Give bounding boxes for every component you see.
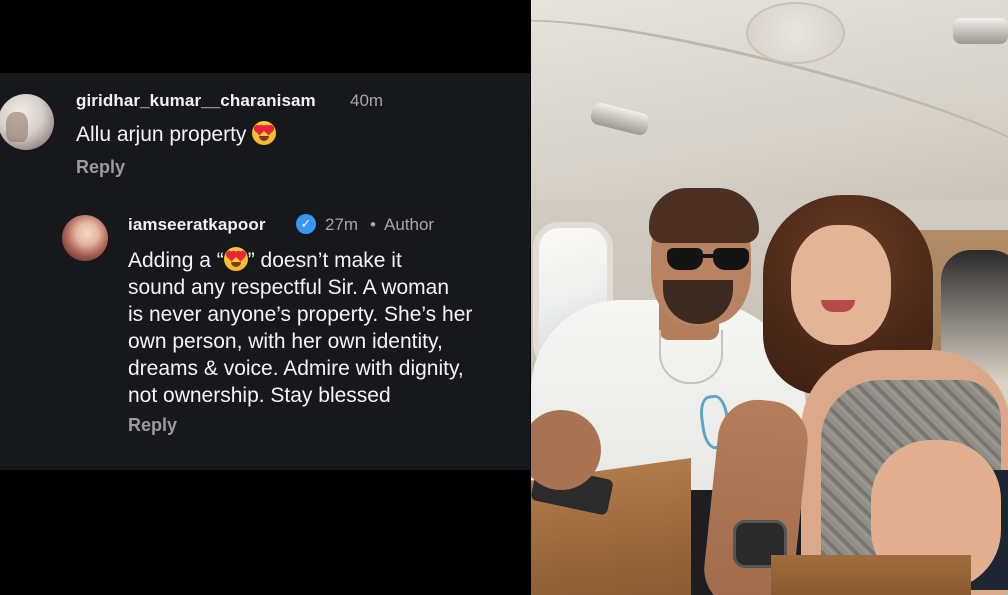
man-hair <box>649 188 759 243</box>
reply-line-2: sound any respectful Sir. A woman <box>128 276 450 299</box>
heart-eyes-emoji-icon <box>252 121 277 145</box>
author-avatar[interactable] <box>62 215 108 261</box>
reply-button[interactable]: Reply <box>128 415 177 436</box>
neck-chain <box>659 330 723 384</box>
reply-text: Adding a “ ” doesn’t make it sound any re… <box>128 247 528 409</box>
author-label: Author <box>384 215 435 234</box>
reply-line-3: is never anyone’s property. She’s her <box>128 303 473 326</box>
reply-button[interactable]: Reply <box>76 157 125 178</box>
reading-light <box>953 18 1008 44</box>
comment-text-body: Allu arjun property <box>76 123 253 146</box>
comment-screenshot: giridhar_kumar__charanisam 40m Allu arju… <box>0 0 530 595</box>
reply-line-1: Adding a “ ” doesn’t make it <box>128 247 528 274</box>
comment-text: Allu arjun property <box>76 121 277 148</box>
commenter-username[interactable]: giridhar_kumar__charanisam <box>76 91 316 111</box>
sunglasses <box>667 248 751 272</box>
cabin-table-front <box>771 555 971 595</box>
reply-timestamp: 27m <box>325 215 359 234</box>
meta-separator: • <box>370 215 376 234</box>
comment-thread: giridhar_kumar__charanisam 40m Allu arju… <box>0 73 530 470</box>
comment-timestamp: 40m <box>350 91 384 110</box>
reply-line-1-post: ” doesn’t make it <box>247 249 402 272</box>
ceiling-light <box>746 2 845 64</box>
reply-line-5: dreams & voice. Admire with dignity, <box>128 357 464 380</box>
cabin-photo <box>531 0 1008 595</box>
commenter-avatar[interactable] <box>0 94 54 150</box>
composite-image: giridhar_kumar__charanisam 40m Allu arju… <box>0 0 1008 595</box>
reply-line-4: own person, with her own identity, <box>128 330 443 353</box>
author-username[interactable]: iamseeratkapoor <box>128 215 266 235</box>
reply-line-6: not ownership. Stay blessed <box>128 384 391 407</box>
heart-eyes-emoji-icon <box>223 247 248 271</box>
woman-face <box>791 225 891 345</box>
verified-badge-icon: ✓ <box>296 214 316 234</box>
reply-line-1-pre: Adding a “ <box>128 249 224 272</box>
